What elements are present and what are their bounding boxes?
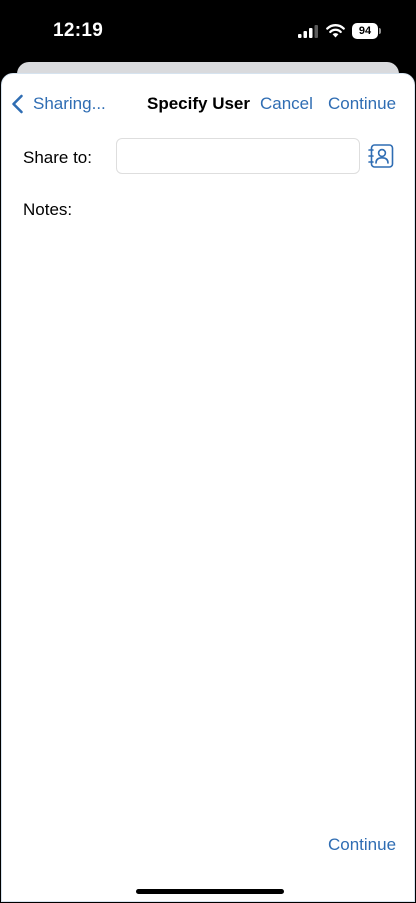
back-button[interactable]: Sharing... bbox=[11, 92, 106, 116]
status-time: 12:19 bbox=[53, 20, 104, 41]
wifi-icon bbox=[326, 24, 345, 38]
battery-level: 94 bbox=[358, 25, 372, 37]
notes-label: Notes: bbox=[23, 200, 73, 219]
battery-icon: 94 bbox=[352, 23, 382, 39]
status-bar: 12:19 94 bbox=[0, 0, 416, 62]
notes-textarea[interactable] bbox=[22, 226, 398, 810]
cancel-button[interactable]: Cancel bbox=[260, 94, 313, 114]
page-title: Specify User bbox=[147, 94, 250, 113]
continue-button-bottom[interactable]: Continue bbox=[328, 835, 396, 855]
navigation-bar: Sharing... Specify User Cancel Continue bbox=[2, 74, 414, 134]
home-indicator[interactable] bbox=[136, 889, 284, 894]
share-to-label: Share to: bbox=[23, 148, 92, 167]
specify-user-sheet: Sharing... Specify User Cancel Continue … bbox=[1, 73, 415, 902]
share-to-input[interactable] bbox=[116, 138, 360, 174]
contacts-icon[interactable] bbox=[368, 144, 394, 168]
continue-button-top[interactable]: Continue bbox=[328, 94, 396, 114]
screen: 12:19 94 Sharing... Specify User Cancel … bbox=[0, 0, 416, 903]
signal-icon bbox=[298, 25, 318, 38]
back-label: Sharing... bbox=[33, 94, 106, 113]
chevron-left-icon bbox=[12, 94, 23, 114]
